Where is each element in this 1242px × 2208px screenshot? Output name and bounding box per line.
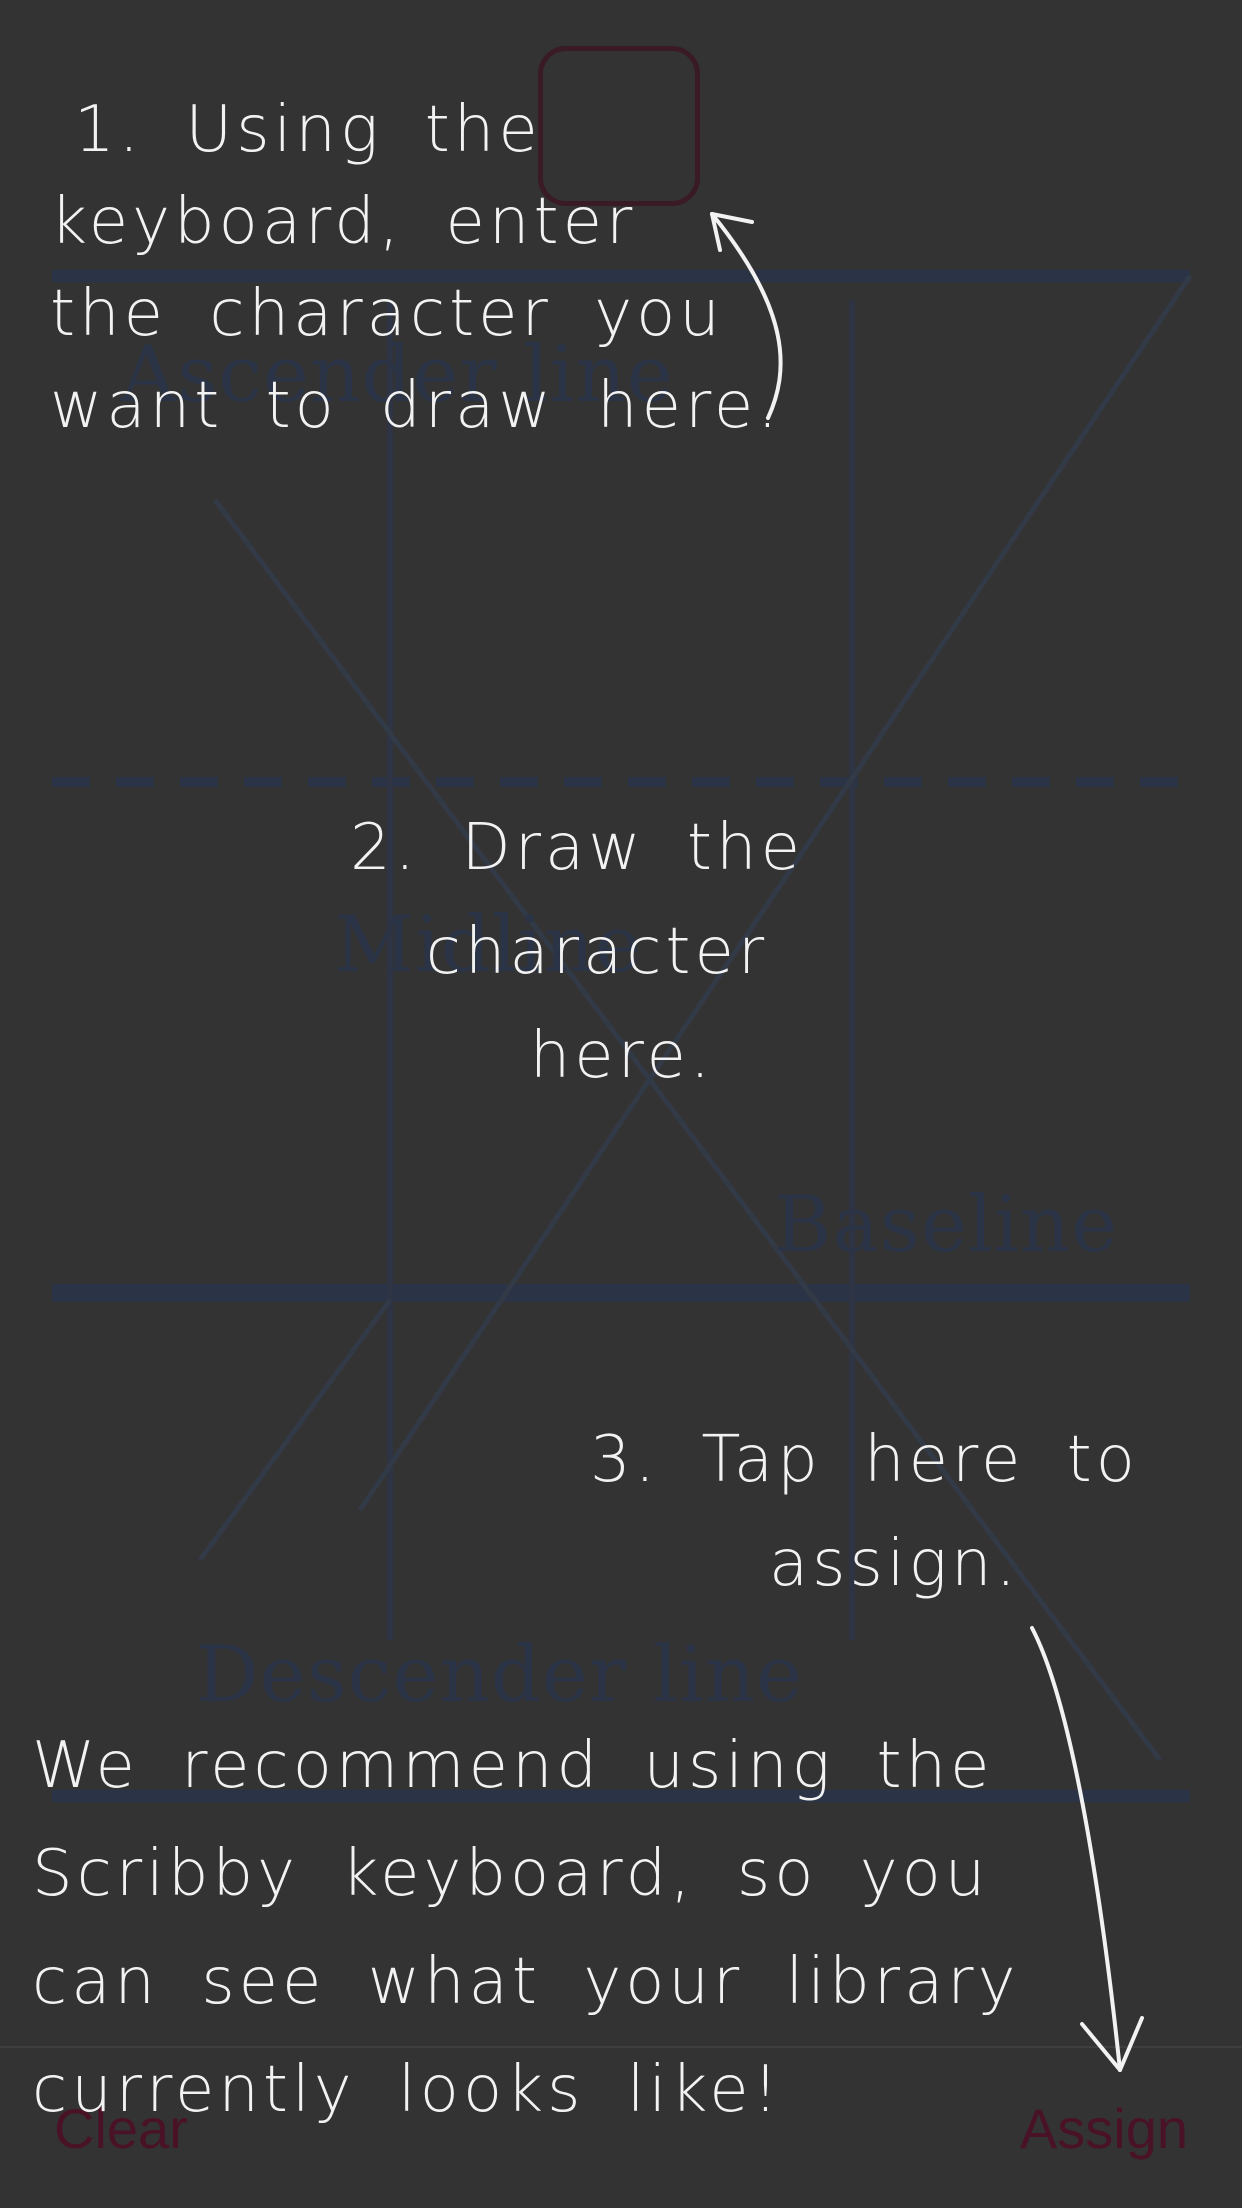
tutorial-step-1-line: keyboard, enter (50, 185, 637, 259)
recommendation-line: Scribby keyboard, so you (32, 1837, 990, 1911)
assign-button[interactable]: Assign (1020, 2096, 1188, 2161)
diagonal-guide-3 (197, 1298, 393, 1562)
tutorial-step-1-line: want to draw here. (50, 369, 782, 443)
tutorial-step-1: 1. Using the keyboard, enter the charact… (50, 84, 782, 452)
tutorial-step-3-line: 3. Tap here to (590, 1423, 1139, 1497)
tutorial-step-2-line: here. (529, 1019, 715, 1093)
baseline-label: Baseline (774, 1180, 1119, 1270)
tutorial-step-1-line: the character you (50, 277, 724, 351)
recommendation-line: We recommend using the (32, 1729, 994, 1803)
recommendation-line: can see what your library (32, 1945, 1020, 2019)
tutorial-step-2-line: character (425, 915, 769, 989)
tutorial-step-3: 3. Tap here to assign. (590, 1408, 1139, 1616)
character-editor-screen: Ascender line Midline Baseline Descender… (0, 0, 1242, 2208)
keyboard-recommendation: We recommend using the Scribby keyboard,… (32, 1712, 1019, 2144)
tutorial-step-2: 2. Draw the character here. (350, 796, 804, 1108)
tutorial-step-1-line: 1. Using the (74, 93, 542, 167)
recommendation-line: currently looks like! (32, 2053, 783, 2127)
tutorial-step-3-line: assign. (768, 1527, 1020, 1601)
tutorial-step-2-line: 2. Draw the (350, 811, 804, 885)
descender-label: Descender line (196, 1630, 804, 1720)
